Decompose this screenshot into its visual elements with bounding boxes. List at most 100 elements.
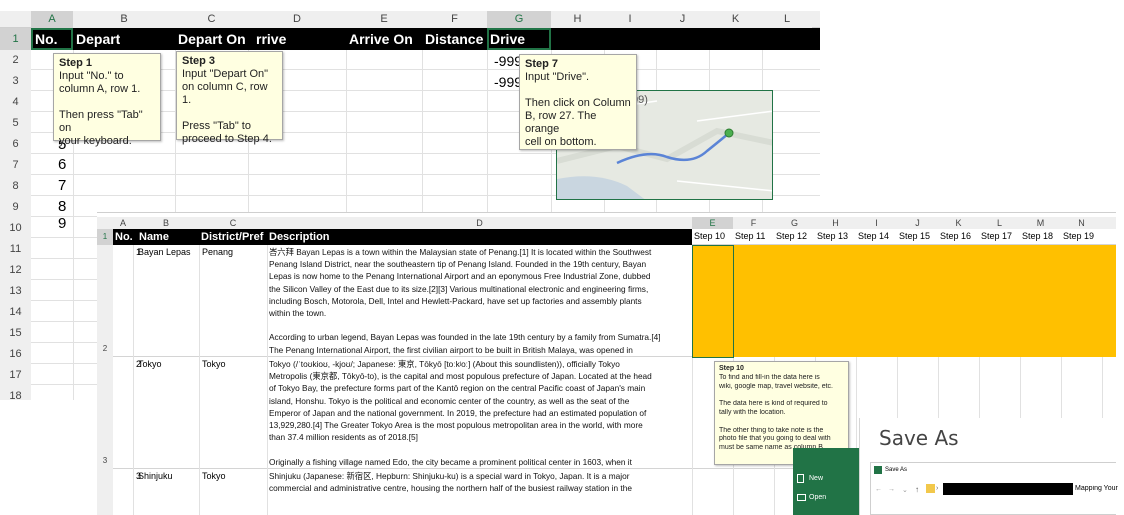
- step-header-17[interactable]: Step 17: [981, 231, 1012, 241]
- back-row-12[interactable]: 12: [0, 260, 31, 281]
- row3-name[interactable]: Shinjuku: [138, 471, 173, 481]
- back-row-8[interactable]: 8: [0, 176, 31, 197]
- back-cell-G2[interactable]: -999: [494, 53, 522, 69]
- step-header-12[interactable]: Step 12: [776, 231, 807, 241]
- back-row-2[interactable]: 2: [0, 50, 31, 71]
- front-col-F[interactable]: F: [733, 217, 774, 229]
- front-header-description[interactable]: Description: [269, 230, 330, 244]
- step-header-10[interactable]: Step 10: [694, 231, 725, 241]
- row2-desc-line: Metropolis (東京都, Tōkyō-to), is the capit…: [269, 371, 652, 382]
- back-row-16[interactable]: 16: [0, 344, 31, 365]
- note-step3: Step 3 Input "Depart On" on column C, ro…: [176, 51, 283, 145]
- back-header-depart[interactable]: Depart: [76, 30, 121, 48]
- back-header-arrive-on[interactable]: Arrive On: [349, 30, 413, 48]
- front-header-no[interactable]: No.: [115, 230, 133, 244]
- back-row-6[interactable]: 6: [0, 134, 31, 155]
- front-header-name[interactable]: Name: [139, 230, 169, 244]
- back-row-9[interactable]: 9: [0, 197, 31, 218]
- dropdown-icon[interactable]: ⌄: [902, 486, 908, 494]
- front-col-B[interactable]: B: [133, 217, 199, 229]
- back-row-3[interactable]: 3: [0, 71, 31, 92]
- step-header-14[interactable]: Step 14: [858, 231, 889, 241]
- back-row-10[interactable]: 10: [0, 218, 31, 239]
- front-col-K[interactable]: K: [938, 217, 979, 229]
- back-cell-A9[interactable]: 8: [58, 198, 66, 215]
- step-header-11[interactable]: Step 11: [735, 231, 765, 241]
- step-header-15[interactable]: Step 15: [899, 231, 930, 241]
- row3-district[interactable]: Tokyo: [202, 471, 226, 481]
- back-selected-cell-A1[interactable]: [31, 28, 73, 50]
- path-end-label: Mapping Your: [1075, 485, 1118, 492]
- forward-arrow-icon[interactable]: →: [888, 486, 895, 493]
- row1-description[interactable]: 峇六拜 Bayan Lepas is a town within the Mal…: [269, 246, 691, 356]
- back-col-J[interactable]: J: [656, 11, 709, 28]
- back-col-H[interactable]: H: [551, 11, 604, 28]
- backstage-open[interactable]: Open: [797, 491, 857, 505]
- back-header-depart-on[interactable]: Depart On: [178, 30, 246, 48]
- front-col-M[interactable]: M: [1020, 217, 1061, 229]
- row1-name[interactable]: Bayan Lepas: [138, 247, 191, 257]
- front-col-N[interactable]: N: [1061, 217, 1102, 229]
- note-step7-line2: Then click on Column: [525, 97, 631, 109]
- row3-description[interactable]: Shinjuku (Japanese: 新宿区, Hepburn: Shinju…: [269, 470, 691, 515]
- front-row-2[interactable]: 2: [97, 245, 113, 357]
- back-header-arrive[interactable]: rrive: [256, 30, 287, 48]
- back-cell-A7[interactable]: 6: [58, 156, 66, 173]
- step-header-18[interactable]: Step 18: [1022, 231, 1053, 241]
- front-row-3[interactable]: 3: [97, 357, 113, 469]
- back-row-5[interactable]: 5: [0, 113, 31, 134]
- front-col-H[interactable]: H: [815, 217, 856, 229]
- front-col-J[interactable]: J: [897, 217, 938, 229]
- back-col-F[interactable]: F: [422, 11, 487, 28]
- back-row-11[interactable]: 11: [0, 239, 31, 260]
- row2-description[interactable]: Tokyo (/ˈtoʊkioʊ, -kjoʊ/; Japanese: 東京, …: [269, 358, 691, 468]
- back-col-I[interactable]: I: [604, 11, 656, 28]
- front-col-C[interactable]: C: [199, 217, 267, 229]
- back-col-G[interactable]: G: [487, 11, 551, 28]
- back-selected-cell-G1[interactable]: [487, 28, 551, 50]
- back-row-4[interactable]: 4: [0, 92, 31, 113]
- front-col-E[interactable]: E: [692, 217, 733, 229]
- note-step1-line3: Then press "Tab" on: [59, 109, 143, 134]
- front-col-I[interactable]: I: [856, 217, 897, 229]
- front-row-1[interactable]: 1: [97, 229, 113, 245]
- back-col-D[interactable]: D: [248, 11, 346, 28]
- row2-name[interactable]: Tokyo: [138, 359, 162, 369]
- back-row-17[interactable]: 17: [0, 365, 31, 386]
- note-step3-line1: Input "Depart On": [182, 68, 269, 80]
- back-col-C[interactable]: C: [175, 11, 248, 28]
- back-row-7[interactable]: 7: [0, 155, 31, 176]
- back-row-15[interactable]: 15: [0, 323, 31, 344]
- step-header-13[interactable]: Step 13: [817, 231, 848, 241]
- back-row-13[interactable]: 13: [0, 281, 31, 302]
- selected-cell-E2[interactable]: [692, 245, 734, 358]
- step-header-16[interactable]: Step 16: [940, 231, 971, 241]
- back-cell-G3[interactable]: -999: [494, 74, 522, 90]
- front-col-G[interactable]: G: [774, 217, 815, 229]
- front-col-L[interactable]: L: [979, 217, 1020, 229]
- step-header-19[interactable]: Step 19: [1063, 231, 1094, 241]
- back-row-1[interactable]: 1: [0, 28, 31, 50]
- back-row-14[interactable]: 14: [0, 302, 31, 323]
- back-header-distance[interactable]: Distance: [425, 30, 484, 48]
- back-row-18[interactable]: 18: [0, 386, 31, 400]
- back-col-K[interactable]: K: [709, 11, 762, 28]
- up-arrow-icon[interactable]: ↑: [915, 485, 919, 494]
- row2-district[interactable]: Tokyo: [202, 359, 226, 369]
- row1-district[interactable]: Penang: [202, 247, 233, 257]
- orange-step-cells[interactable]: [692, 245, 1116, 357]
- back-cell-A8[interactable]: 7: [58, 177, 66, 194]
- back-col-A[interactable]: A: [31, 11, 73, 28]
- back-col-E[interactable]: E: [346, 11, 422, 28]
- back-col-B[interactable]: B: [73, 11, 175, 28]
- front-col-A[interactable]: A: [113, 217, 133, 229]
- back-arrow-icon[interactable]: ←: [875, 486, 882, 493]
- backstage-new[interactable]: New: [797, 472, 857, 486]
- back-col-L[interactable]: L: [762, 11, 812, 28]
- note-step3-line2: on column C, row 1.: [182, 81, 268, 106]
- back-cell-A10[interactable]: 9: [58, 215, 66, 232]
- address-bar[interactable]: [943, 483, 1073, 495]
- front-col-D[interactable]: D: [267, 217, 692, 229]
- row2-desc-line: island, Honshu. Tokyo is the political a…: [269, 395, 630, 406]
- front-header-district[interactable]: District/Pref: [201, 230, 267, 244]
